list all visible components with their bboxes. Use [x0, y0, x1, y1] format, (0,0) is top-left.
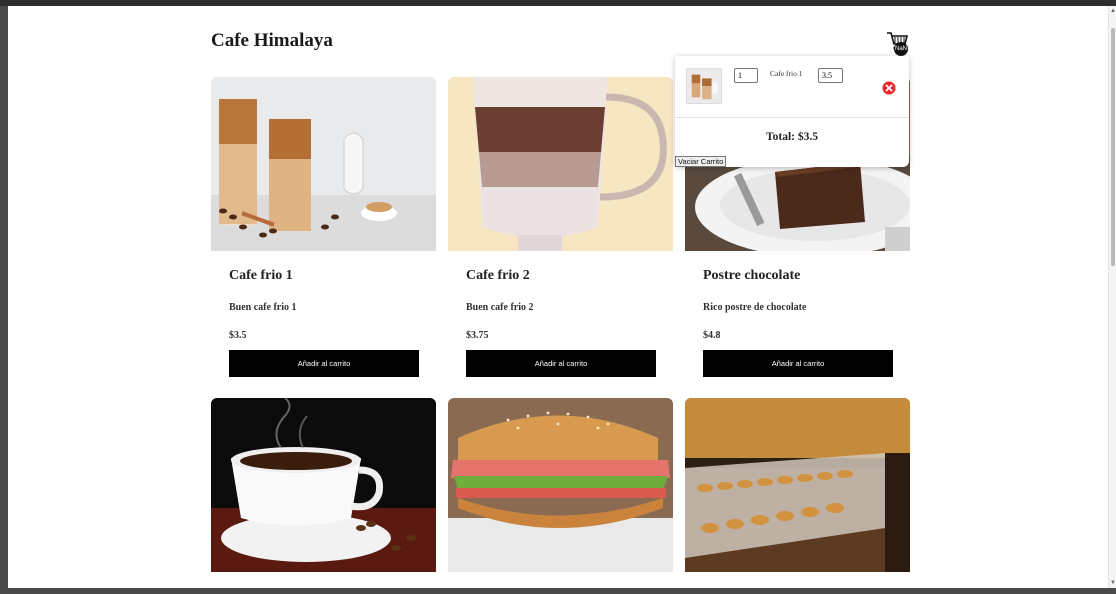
product-price: $3.75 [466, 330, 489, 341]
product-card [448, 398, 673, 588]
product-card [685, 398, 910, 588]
scrollbar-thumb[interactable] [1111, 28, 1115, 266]
clear-cart-button[interactable]: Vaciar Carrito [675, 156, 727, 167]
product-name: Cafe frio 1 [229, 268, 293, 283]
scrollbar[interactable]: ▲ ▼ [1108, 6, 1116, 588]
product-card [211, 398, 436, 588]
site-title: Cafe Himalaya [211, 30, 333, 51]
product-description: Rico postre de chocolate [703, 302, 807, 313]
product-price: $3.5 [229, 330, 247, 341]
product-description: Buen cafe frio 2 [466, 302, 534, 313]
product-price: $4.8 [703, 330, 721, 341]
page-viewport: Cafe Himalaya NaN Cafe frio 1 Buen cafe … [8, 6, 1116, 588]
cart-count-badge: NaN [894, 42, 908, 56]
product-description: Buen cafe frio 1 [229, 302, 297, 313]
product-image-bakery [685, 398, 910, 572]
product-name: Cafe frio 2 [466, 268, 530, 283]
add-to-cart-button[interactable]: Añadir al carrito [703, 350, 893, 377]
cart-price-input[interactable] [818, 68, 843, 83]
add-to-cart-button[interactable]: Añadir al carrito [229, 350, 419, 377]
product-image-cafe-frio-2 [448, 77, 673, 251]
product-image-cafe-frio-1 [211, 77, 436, 251]
product-card: Cafe frio 2 Buen cafe frio 2 $3.75 Añadi… [448, 77, 673, 387]
scroll-up-icon[interactable]: ▲ [1110, 8, 1116, 14]
product-image-sandwich [448, 398, 673, 572]
cart-quantity-input[interactable] [734, 68, 758, 83]
product-image-hot-coffee [211, 398, 436, 572]
product-name: Postre chocolate [703, 268, 801, 283]
add-to-cart-button[interactable]: Añadir al carrito [466, 350, 656, 377]
cart-panel: Cafe frio 1 Total: $3.5 [675, 56, 909, 167]
remove-item-icon[interactable] [882, 81, 896, 95]
product-card: Cafe frio 1 Buen cafe frio 1 $3.5 Añadir… [211, 77, 436, 387]
cart-button[interactable]: NaN [885, 30, 911, 56]
cart-item-name: Cafe frio 1 [770, 69, 803, 78]
cart-total: Total: $3.5 [766, 131, 818, 143]
cart-item-thumbnail [686, 68, 722, 104]
cart-item: Cafe frio 1 [675, 56, 909, 118]
scroll-down-icon[interactable]: ▼ [1110, 580, 1116, 586]
